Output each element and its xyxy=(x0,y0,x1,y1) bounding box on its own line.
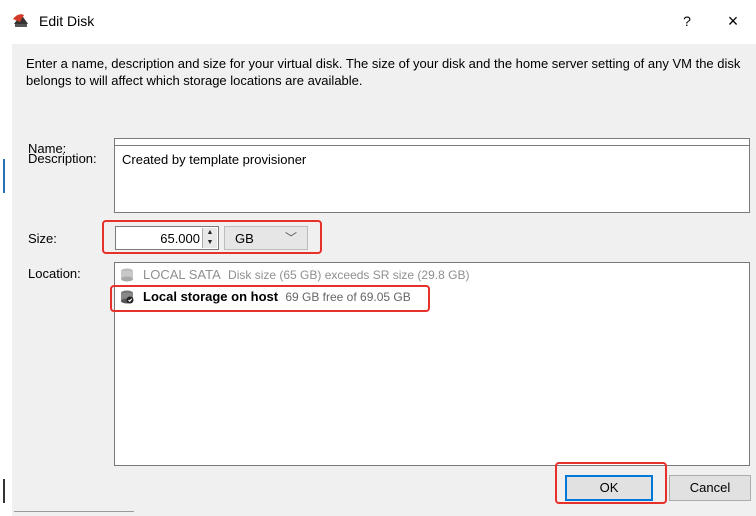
left-edge xyxy=(0,0,12,516)
divider xyxy=(14,511,134,512)
description-input[interactable]: Created by template provisioner xyxy=(114,145,750,213)
close-button[interactable]: × xyxy=(722,10,744,32)
description-label: Description: xyxy=(28,151,97,166)
title-bar: Edit Disk ? × xyxy=(0,0,756,44)
dialog-title: Edit Disk xyxy=(39,13,95,29)
location-label: Location: xyxy=(28,266,81,281)
location-detail: Disk size (65 GB) exceeds SR size (29.8 … xyxy=(228,268,470,282)
size-label: Size: xyxy=(28,231,57,246)
highlight-size xyxy=(102,220,322,254)
left-edge-marker xyxy=(3,159,5,193)
disk-icon xyxy=(121,268,133,282)
highlight-location xyxy=(110,285,430,312)
location-text: LOCAL SATA Disk size (65 GB) exceeds SR … xyxy=(143,267,469,282)
help-button[interactable]: ? xyxy=(676,10,698,32)
app-icon xyxy=(13,14,28,27)
cancel-button[interactable]: Cancel xyxy=(669,475,751,501)
intro-text: Enter a name, description and size for y… xyxy=(26,56,741,88)
location-name: LOCAL SATA xyxy=(143,267,221,282)
highlight-ok xyxy=(555,462,667,504)
left-edge-marker xyxy=(3,479,5,503)
